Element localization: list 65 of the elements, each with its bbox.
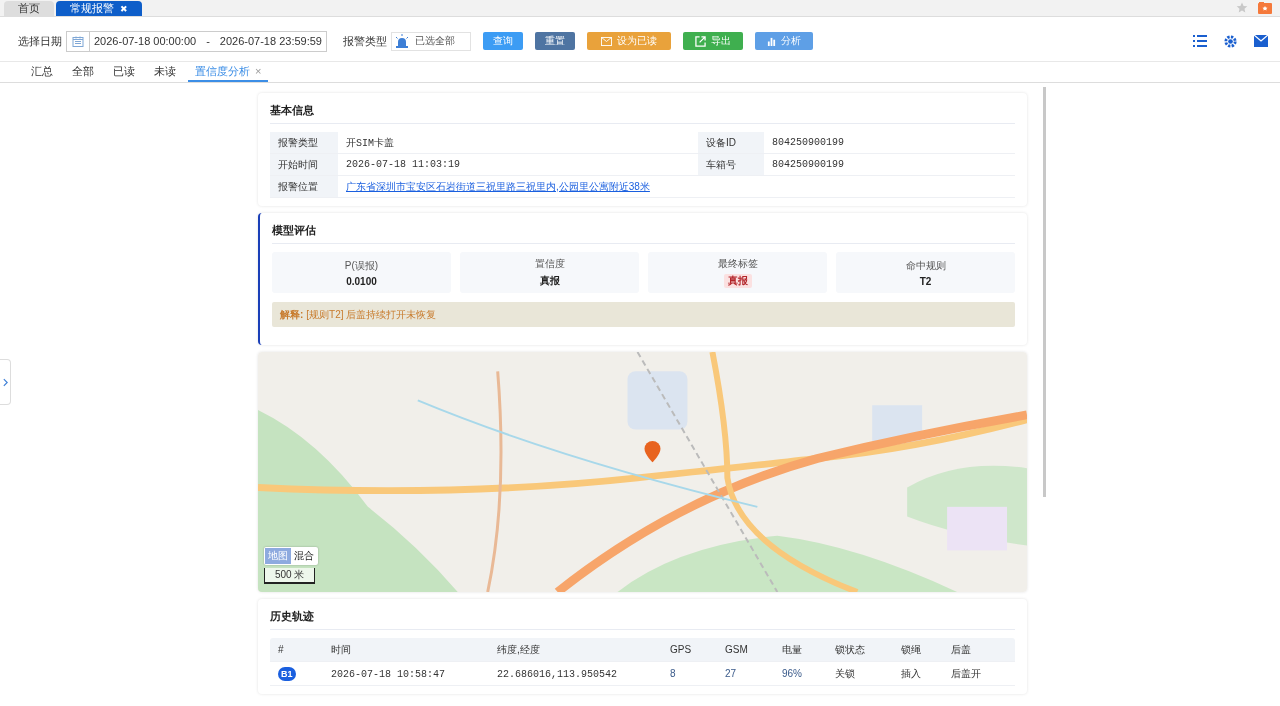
metric-label: 最终标签 [717,257,758,271]
field-value: 804250900199 [771,158,845,172]
field-value: 2026-07-18 11:03:19 [345,158,462,172]
chevron-right-icon [2,377,8,387]
sub-tab[interactable]: 已读 [106,62,142,82]
date-label: 选择日期 [18,33,62,49]
page-tab[interactable]: 首页 [4,1,54,16]
card-title: 模型评估 [272,219,1015,244]
column-header: GSM [725,644,749,655]
bar-chart-icon [767,36,776,46]
table-cell: 27 [725,668,737,679]
column-header: 锁绳 [901,642,922,657]
column-header: 锁状态 [835,642,866,657]
alarm-type-label: 报警类型 [343,33,387,49]
metric-label: 命中规则 [905,258,946,273]
field-value: 804250900199 [771,136,845,150]
page-tab[interactable]: 常规报警 ✖ [56,1,142,16]
toolbar-button[interactable]: 重置 [535,32,575,50]
explanation-note: 解释: [规则T2] 后盖持续打开未恢复 [272,302,1015,327]
map-scale: 500 米 [264,568,316,584]
table-cell: 关锁 [835,667,855,679]
metric-value: 真报 [539,274,560,288]
card-title: 历史轨迹 [270,605,1015,630]
export-icon [695,35,706,47]
label-tag: 真报 [723,274,752,288]
date-range-field[interactable]: 2026-07-18 00:00:00 - 2026-07-18 23:59:59 [66,30,327,52]
field-label: 报警位置 [270,176,338,197]
table-cell: 插入 [901,667,921,679]
metric-label: 置信度 [534,257,565,271]
column-header: 纬度,经度 [497,642,541,657]
list-icon[interactable] [1193,35,1207,47]
column-header: 后盖 [951,642,972,657]
metric-label: P(误报) [344,258,379,273]
table-cell: 8 [670,668,676,679]
close-icon[interactable]: ✖ [120,4,128,14]
column-header: GPS [670,644,693,655]
table-cell: 96% [782,668,802,679]
sub-tab[interactable]: 未读 [147,62,183,82]
mail-icon[interactable] [1254,35,1268,47]
field-value: 开SIM卡盖 [345,136,395,151]
field-label: 设备ID [698,132,764,153]
column-header: 电量 [782,642,803,657]
sub-tab[interactable]: 全部 [65,62,101,82]
field-label: 报警类型 [270,132,338,153]
metric-value: 0.0100 [346,275,377,287]
sub-tab[interactable]: 汇总 [24,62,60,82]
location-link[interactable]: 广东省深圳市宝安区石岩街道三祝里路三祝里内,公园里公寓附近38米 [346,179,650,194]
card-title: 基本信息 [270,99,1015,124]
folder-icon[interactable] [1258,2,1272,14]
alarm-type-select[interactable]: 已选全部 [391,31,471,51]
expand-handle[interactable] [0,359,11,405]
close-icon[interactable]: × [255,65,262,77]
column-header: # [278,644,285,655]
field-label: 车箱号 [698,154,764,175]
point-badge: B1 [278,666,296,681]
mail-icon [601,36,612,46]
table-cell: 2026-07-18 10:58:47 [331,668,446,680]
map-mode-toggle[interactable]: 混合 [291,548,317,564]
column-header: 时间 [331,642,352,657]
siren-icon [395,34,409,48]
table-cell: 22.686016,113.950542 [497,668,618,680]
star-icon[interactable] [1236,2,1248,14]
metric-value: T2 [919,275,932,287]
field-label: 开始时间 [270,154,338,175]
table-cell: 后盖开 [951,667,981,679]
